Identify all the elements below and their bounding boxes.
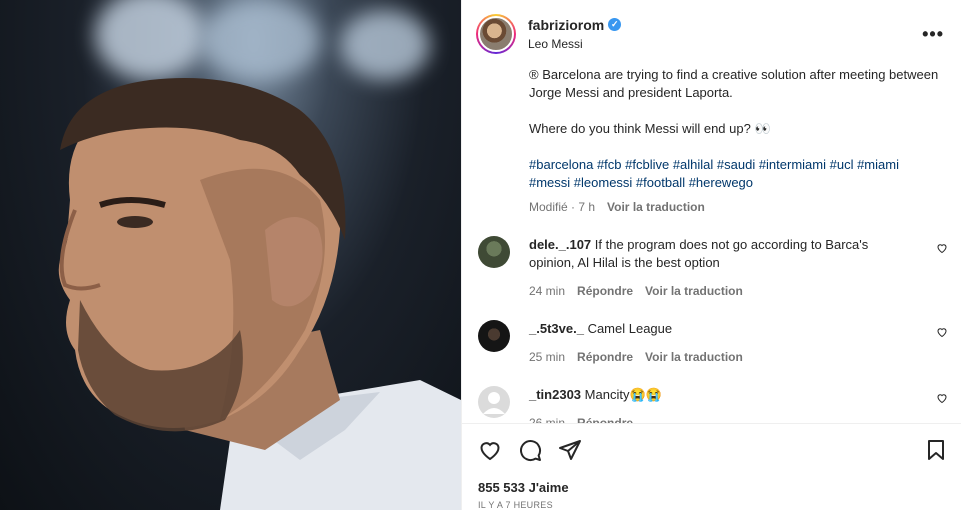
comment-time: 24 min	[529, 284, 566, 298]
caption-question: Where do you think Messi will end up? 👀	[529, 121, 771, 136]
instagram-post-view: fabriziorom ✓ Leo Messi ••• ® Barcelona …	[0, 0, 961, 510]
comment-meta: 26 min Répondre	[529, 414, 909, 423]
reply-link[interactable]: Répondre	[577, 348, 633, 366]
caption-meta: Modifié · 7 h Voir la traduction	[529, 198, 939, 216]
commenter-avatar[interactable]	[478, 236, 510, 268]
post-side-panel: fabriziorom ✓ Leo Messi ••• ® Barcelona …	[461, 0, 961, 510]
like-comment-heart-icon[interactable]	[936, 392, 948, 404]
send-icon[interactable]	[558, 438, 582, 462]
default-user-icon	[483, 392, 505, 414]
like-comment-heart-icon[interactable]	[936, 242, 948, 254]
commenter-avatar[interactable]	[478, 386, 510, 418]
comment-body: dele._.107 If the program does not go ac…	[529, 236, 909, 300]
caption-translate-link[interactable]: Voir la traduction	[607, 198, 705, 216]
comment-username[interactable]: _tin2303	[529, 387, 581, 402]
author-avatar[interactable]	[476, 13, 516, 54]
comment-text: Camel League	[587, 321, 673, 336]
comment-username[interactable]: dele._.107	[529, 237, 591, 252]
comment-icon[interactable]	[518, 438, 542, 462]
reply-link[interactable]: Répondre	[577, 414, 633, 423]
caption-hashtags[interactable]: #barcelona #fcb #fcblive #alhilal #saudi…	[529, 156, 939, 192]
comment-time: 26 min	[529, 416, 566, 423]
comment-body: _tin2303 Mancity😭😭 26 min Répondre	[529, 386, 909, 423]
post-caption: ® Barcelona are trying to find a creativ…	[529, 68, 939, 216]
translate-link[interactable]: Voir la traduction	[645, 348, 743, 366]
comment-body: _.5t3ve._ Camel League 25 min Répondre V…	[529, 320, 909, 366]
like-comment-heart-icon[interactable]	[936, 326, 948, 338]
verified-badge-icon: ✓	[608, 18, 622, 31]
caption-text: ® Barcelona are trying to find a creativ…	[529, 68, 939, 100]
comment-text: Mancity😭😭	[584, 387, 662, 402]
comment-meta: 25 min Répondre Voir la traduction	[529, 348, 909, 366]
header-text: fabriziorom ✓ Leo Messi	[528, 17, 622, 51]
heart-icon[interactable]	[478, 438, 502, 462]
likes-count[interactable]: 855 533 J'aime	[478, 480, 569, 495]
author-username[interactable]: fabriziorom	[528, 17, 604, 33]
post-photo[interactable]	[0, 0, 461, 510]
caption-modified: Modifié · 7 h	[529, 200, 596, 214]
bookmark-icon[interactable]	[924, 438, 948, 462]
post-header: fabriziorom ✓ Leo Messi •••	[462, 0, 961, 68]
post-actions-bar: 855 533 J'aime IL Y A 7 HEURES	[462, 423, 961, 510]
comment-username[interactable]: _.5t3ve._	[529, 321, 584, 336]
post-time: IL Y A 7 HEURES	[478, 500, 553, 510]
comment-meta: 24 min Répondre Voir la traduction	[529, 282, 909, 300]
comment-time: 25 min	[529, 350, 566, 364]
translate-link[interactable]: Voir la traduction	[645, 282, 743, 300]
player-portrait-illustration	[58, 78, 461, 510]
commenter-avatar[interactable]	[478, 320, 510, 352]
more-options-icon[interactable]: •••	[922, 24, 944, 45]
comments-scroll-area[interactable]: ® Barcelona are trying to find a creativ…	[462, 68, 961, 423]
reply-link[interactable]: Répondre	[577, 282, 633, 300]
post-location[interactable]: Leo Messi	[528, 37, 621, 51]
